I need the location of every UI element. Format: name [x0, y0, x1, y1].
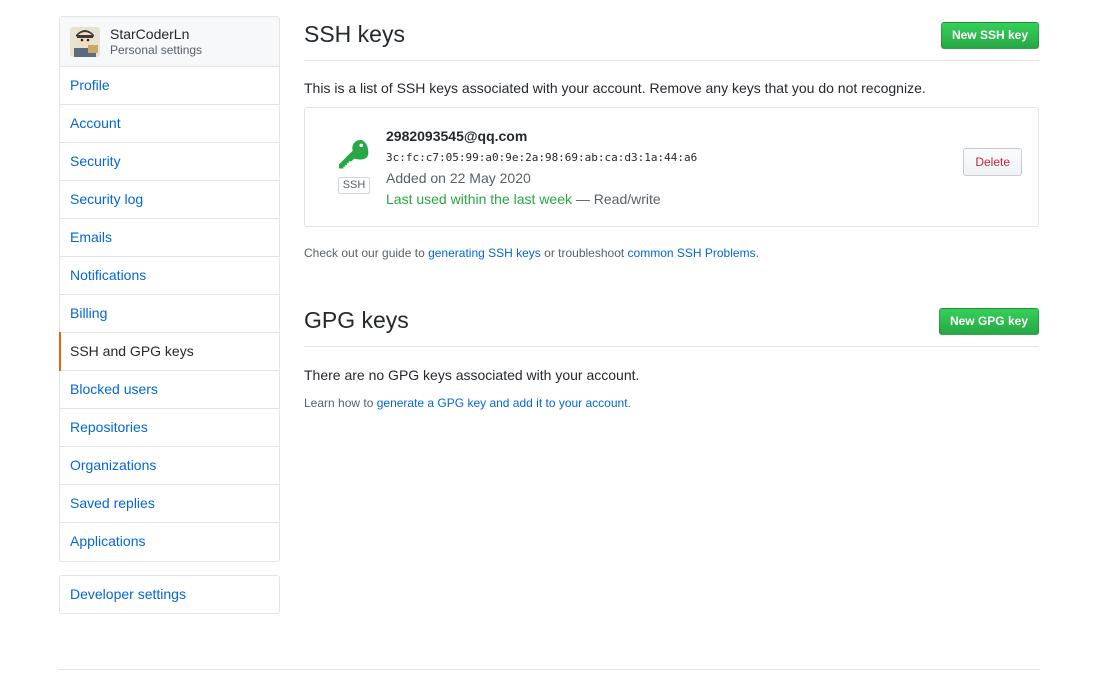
- sidebar-item-organizations[interactable]: Organizations: [60, 447, 279, 485]
- generating-ssh-keys-link[interactable]: generating SSH keys: [428, 246, 541, 260]
- key-info: 2982093545@qq.com 3c:fc:c7:05:99:a0:9e:2…: [386, 126, 697, 210]
- gpg-section-title: GPG keys: [304, 307, 409, 333]
- sidebar-item-developer-settings[interactable]: Developer settings: [60, 576, 279, 614]
- key-added-date: Added on 22 May 2020: [386, 170, 531, 186]
- key-last-used-text: Last used within the last week: [386, 191, 572, 207]
- ssh-help-note: Check out our guide to generating SSH ke…: [304, 246, 1039, 260]
- key-type-label: SSH: [337, 177, 371, 194]
- footer-divider: [59, 669, 1040, 670]
- developer-settings-box: Developer settings: [59, 575, 280, 614]
- key-title: 2982093545@qq.com: [386, 128, 528, 144]
- key-access: — Read/write: [572, 191, 661, 207]
- ssh-note-middle: or troubleshoot: [540, 246, 628, 260]
- sidebar-header: StarCoderLn Personal settings: [60, 17, 279, 67]
- sidebar-item-account[interactable]: Account: [60, 105, 279, 143]
- sidebar-item-blocked-users[interactable]: Blocked users: [60, 371, 279, 409]
- sidebar-item-profile[interactable]: Profile: [60, 67, 279, 105]
- ssh-description: This is a list of SSH keys associated wi…: [304, 80, 926, 96]
- main-content: SSH keys New SSH key This is a list of S…: [304, 16, 1039, 410]
- ssh-section-title: SSH keys: [304, 21, 405, 47]
- sidebar-item-security-log[interactable]: Security log: [60, 181, 279, 219]
- sidebar-item-emails[interactable]: Emails: [60, 219, 279, 257]
- sidebar-item-billing[interactable]: Billing: [60, 295, 279, 333]
- sidebar-item-repositories[interactable]: Repositories: [60, 409, 279, 447]
- common-ssh-problems-link[interactable]: common SSH Problems: [628, 246, 756, 260]
- gpg-empty-message: There are no GPG keys associated with yo…: [304, 367, 640, 383]
- gpg-section: GPG keys New GPG key There are no GPG ke…: [304, 302, 1039, 410]
- sidebar-item-notifications[interactable]: Notifications: [60, 257, 279, 295]
- sidebar-item-applications[interactable]: Applications: [60, 523, 279, 561]
- ssh-note-suffix: .: [755, 246, 759, 260]
- ssh-section-header: SSH keys New SSH key: [304, 16, 1039, 61]
- delete-key-button[interactable]: Delete: [963, 148, 1022, 176]
- gpg-note-suffix: .: [627, 396, 631, 410]
- sidebar-item-security[interactable]: Security: [60, 143, 279, 181]
- new-ssh-key-button[interactable]: New SSH key: [940, 22, 1039, 49]
- avatar[interactable]: [70, 26, 100, 57]
- gpg-help-note: Learn how to generate a GPG key and add …: [304, 396, 1039, 410]
- key-last-used: Last used within the last week — Read/wr…: [386, 189, 697, 210]
- gpg-note-prefix: Learn how to: [304, 396, 377, 410]
- key-icon: [338, 140, 369, 173]
- user-name[interactable]: StarCoderLn: [110, 26, 202, 42]
- ssh-key-item: SSH 2982093545@qq.com 3c:fc:c7:05:99:a0:…: [304, 107, 1039, 227]
- user-block: StarCoderLn Personal settings: [110, 26, 202, 58]
- ssh-note-prefix: Check out our guide to: [304, 246, 429, 260]
- key-icon-wrap: SSH: [337, 140, 371, 194]
- gpg-section-header: GPG keys New GPG key: [304, 302, 1039, 347]
- user-subtitle: Personal settings: [110, 42, 203, 57]
- new-gpg-key-button[interactable]: New GPG key: [938, 308, 1039, 335]
- settings-sidebar: StarCoderLn Personal settings Profile Ac…: [59, 16, 280, 562]
- sidebar-item-ssh-gpg-keys[interactable]: SSH and GPG keys: [59, 332, 279, 371]
- key-fingerprint: 3c:fc:c7:05:99:a0:9e:2a:98:69:ab:ca:d3:1…: [386, 151, 698, 164]
- generate-gpg-key-link[interactable]: generate a GPG key and add it to your ac…: [377, 396, 628, 410]
- sidebar-item-saved-replies[interactable]: Saved replies: [60, 485, 279, 523]
